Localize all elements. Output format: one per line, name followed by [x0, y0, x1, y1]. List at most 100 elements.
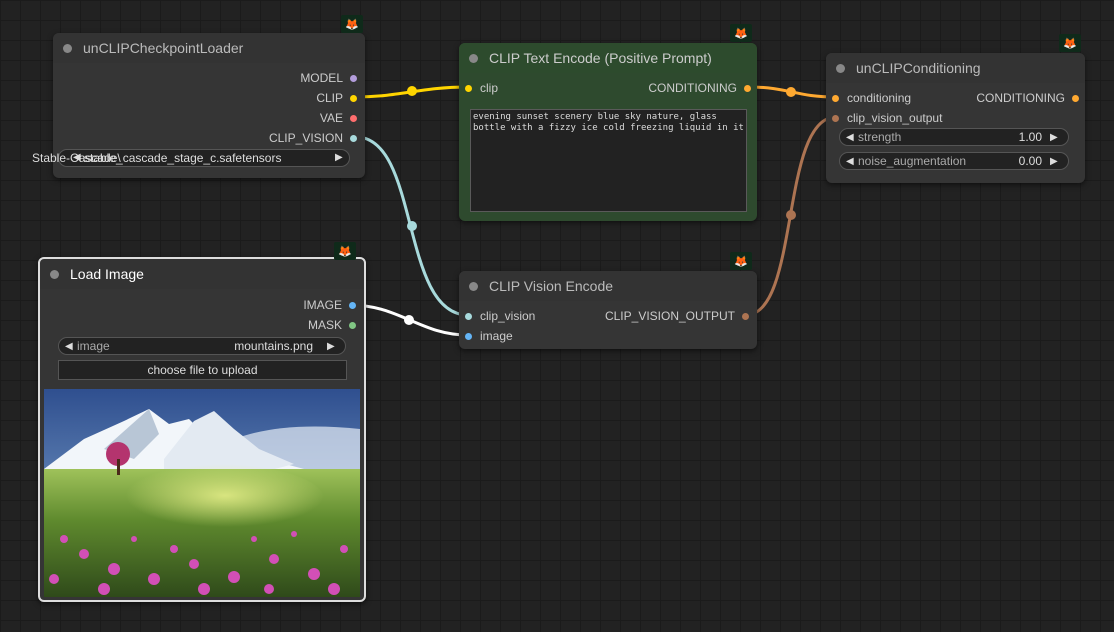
collapse-dot-icon[interactable] — [469, 281, 478, 291]
input-image[interactable]: image — [465, 329, 513, 343]
arrow-right-icon[interactable]: ▶ — [1050, 132, 1062, 143]
arrow-left-icon[interactable]: ◀ — [846, 132, 858, 143]
image-select-widget[interactable]: ◀ image mountains.png ▶ — [58, 337, 346, 355]
node-unclip-conditioning[interactable]: unCLIPConditioning conditioning CONDITIO… — [826, 53, 1085, 183]
link-clip-vision-output-midpoint[interactable] — [786, 210, 796, 220]
image-preview — [44, 389, 360, 597]
node-title: unCLIPCheckpointLoader — [83, 40, 244, 56]
ckpt-name-widget[interactable]: Stable-Cascade\ ◀ stable_cascade_stage_c… — [30, 149, 350, 167]
widget-label: strength — [858, 130, 902, 144]
output-conditioning[interactable]: CONDITIONING — [648, 81, 751, 95]
node-clip-text-encode[interactable]: CLIP Text Encode (Positive Prompt) clip … — [459, 43, 757, 221]
node-title-bar[interactable]: CLIP Vision Encode — [459, 271, 757, 301]
arrow-left-icon[interactable]: ◀ — [65, 341, 77, 352]
output-vae[interactable]: VAE — [320, 111, 357, 125]
input-clip-vision[interactable]: clip_vision — [465, 309, 535, 323]
output-mask[interactable]: MASK — [308, 318, 356, 332]
output-label: CONDITIONING — [648, 81, 737, 95]
tree-trunk — [117, 459, 120, 475]
fox-icon: 🦊 — [730, 24, 752, 42]
output-label: CLIP_VISION_OUTPUT — [604, 309, 735, 323]
link-clip-midpoint[interactable] — [407, 86, 417, 96]
arrow-right-icon[interactable]: ▶ — [335, 152, 343, 163]
upload-button[interactable]: choose file to upload — [58, 360, 347, 380]
output-model[interactable]: MODEL — [300, 71, 357, 85]
output-clip-vision[interactable]: CLIP_VISION — [269, 131, 357, 145]
output-clip[interactable]: CLIP — [316, 91, 357, 105]
output-label: VAE — [319, 111, 343, 125]
output-pin-icon[interactable] — [349, 321, 356, 329]
output-pin-icon[interactable] — [742, 312, 749, 320]
input-label: clip_vision_output — [847, 111, 943, 125]
output-label: MASK — [307, 318, 342, 332]
strength-widget[interactable]: ◀ strength 1.00 ▶ — [839, 128, 1069, 146]
output-pin-icon[interactable] — [350, 134, 357, 142]
output-label: CONDITIONING — [976, 91, 1065, 105]
node-title: Load Image — [70, 266, 144, 282]
noise-augmentation-widget[interactable]: ◀ noise_augmentation 0.00 ▶ — [839, 152, 1069, 170]
fox-icon: 🦊 — [730, 252, 752, 270]
output-pin-icon[interactable] — [744, 84, 751, 92]
node-title: CLIP Vision Encode — [489, 278, 614, 294]
ckpt-value: stable_cascade_stage_c.safetensors — [84, 151, 282, 165]
collapse-dot-icon[interactable] — [63, 43, 72, 53]
link-image — [349, 303, 469, 337]
output-pin-icon[interactable] — [349, 301, 356, 309]
node-title: CLIP Text Encode (Positive Prompt) — [489, 50, 712, 66]
node-title-bar[interactable]: unCLIPConditioning — [826, 53, 1085, 83]
output-label: IMAGE — [303, 298, 342, 312]
input-clip[interactable]: clip — [465, 81, 498, 95]
arrow-left-icon[interactable]: ◀ — [73, 152, 81, 163]
prompt-textarea[interactable]: evening sunset scenery blue sky nature, … — [470, 109, 747, 212]
node-title: unCLIPConditioning — [856, 60, 981, 76]
collapse-dot-icon[interactable] — [50, 269, 59, 279]
fox-icon: 🦊 — [1059, 34, 1081, 52]
output-pin-icon[interactable] — [350, 94, 357, 102]
widget-value: 0.00 — [1018, 154, 1042, 168]
output-pin-icon[interactable] — [350, 74, 357, 82]
output-image[interactable]: IMAGE — [303, 298, 356, 312]
link-conditioning — [747, 85, 837, 99]
output-label: MODEL — [300, 71, 343, 85]
link-clip-vision-midpoint[interactable] — [407, 221, 417, 231]
arrow-right-icon[interactable]: ▶ — [1050, 156, 1062, 167]
output-label: CLIP_VISION — [268, 131, 343, 145]
node-load-image[interactable]: Load Image IMAGE MASK ◀ image mountains.… — [38, 257, 366, 602]
widget-value: 1.00 — [1018, 130, 1042, 144]
output-conditioning[interactable]: CONDITIONING — [976, 91, 1079, 105]
fox-icon: 🦊 — [334, 242, 356, 260]
input-label: image — [480, 329, 513, 343]
output-pin-icon[interactable] — [350, 114, 357, 122]
collapse-dot-icon[interactable] — [469, 53, 478, 63]
node-title-bar[interactable]: unCLIPCheckpointLoader — [53, 33, 365, 63]
output-clip-vision-output[interactable]: CLIP_VISION_OUTPUT — [605, 309, 749, 323]
fox-icon: 🦊 — [341, 15, 363, 33]
widget-label: noise_augmentation — [858, 154, 967, 168]
link-clip-vision — [355, 135, 469, 317]
input-label: clip_vision — [480, 309, 536, 323]
sun-glow — [104, 464, 324, 534]
node-title-bar[interactable]: Load Image — [40, 259, 364, 289]
input-label: clip — [480, 81, 499, 95]
node-title-bar[interactable]: CLIP Text Encode (Positive Prompt) — [459, 43, 757, 73]
link-conditioning-midpoint[interactable] — [786, 87, 796, 97]
link-image-midpoint[interactable] — [404, 315, 414, 325]
input-pin-icon[interactable] — [465, 332, 472, 340]
input-pin-icon[interactable] — [465, 84, 472, 92]
link-clip — [355, 85, 469, 99]
widget-label: image — [77, 339, 110, 353]
link-clip-vision-output — [745, 115, 837, 317]
input-conditioning[interactable]: conditioning — [832, 91, 911, 105]
input-pin-icon[interactable] — [832, 94, 839, 102]
output-pin-icon[interactable] — [1072, 94, 1079, 102]
collapse-dot-icon[interactable] — [836, 63, 845, 73]
arrow-left-icon[interactable]: ◀ — [846, 156, 858, 167]
node-clip-vision-encode[interactable]: CLIP Vision Encode clip_vision CLIP_VISI… — [459, 271, 757, 349]
input-pin-icon[interactable] — [465, 312, 472, 320]
input-pin-icon[interactable] — [832, 114, 839, 122]
arrow-right-icon[interactable]: ▶ — [327, 341, 339, 352]
output-label: CLIP — [316, 91, 343, 105]
widget-value: mountains.png — [234, 339, 313, 353]
input-label: conditioning — [847, 91, 912, 105]
input-clip-vision-output[interactable]: clip_vision_output — [832, 111, 942, 125]
